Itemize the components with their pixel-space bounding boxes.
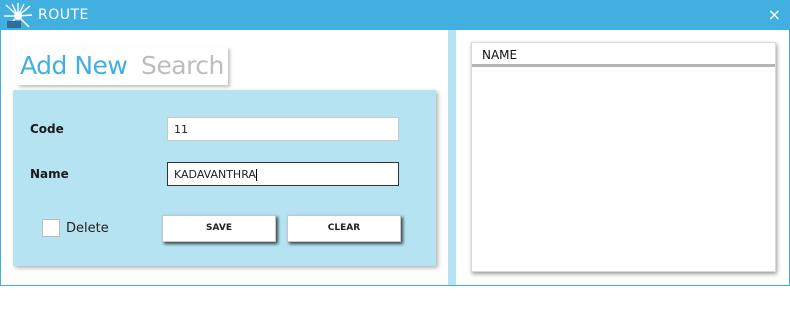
code-value: 11 (174, 123, 188, 136)
delete-checkbox[interactable] (42, 219, 60, 237)
close-icon[interactable]: × (768, 5, 781, 24)
code-label: Code (30, 122, 64, 136)
clear-button[interactable]: CLEAR (287, 215, 401, 242)
tab-add-new[interactable]: Add New (20, 51, 128, 80)
tab-strip: Add New Search (17, 47, 228, 85)
routes-grid[interactable]: NAME (471, 42, 776, 272)
app-logo-icon (4, 3, 33, 28)
name-value: KADAVANTHRA (174, 168, 256, 181)
name-label: Name (30, 167, 69, 181)
title-bar[interactable]: ROUTE × (1, 1, 789, 30)
route-form: Code 11 Name KADAVANTHRA Delete SAVE CLE… (13, 90, 436, 266)
window-title: ROUTE (38, 7, 89, 23)
panel-divider (448, 30, 456, 285)
route-window: ROUTE × Add New Search Code 11 Name KADA… (0, 0, 790, 286)
save-button[interactable]: SAVE (162, 215, 276, 242)
tab-search[interactable]: Search (141, 51, 224, 80)
code-field[interactable]: 11 (167, 117, 399, 141)
text-caret (255, 169, 257, 181)
name-field[interactable]: KADAVANTHRA (167, 162, 399, 186)
grid-header-name[interactable]: NAME (472, 43, 775, 67)
delete-label: Delete (66, 221, 109, 236)
